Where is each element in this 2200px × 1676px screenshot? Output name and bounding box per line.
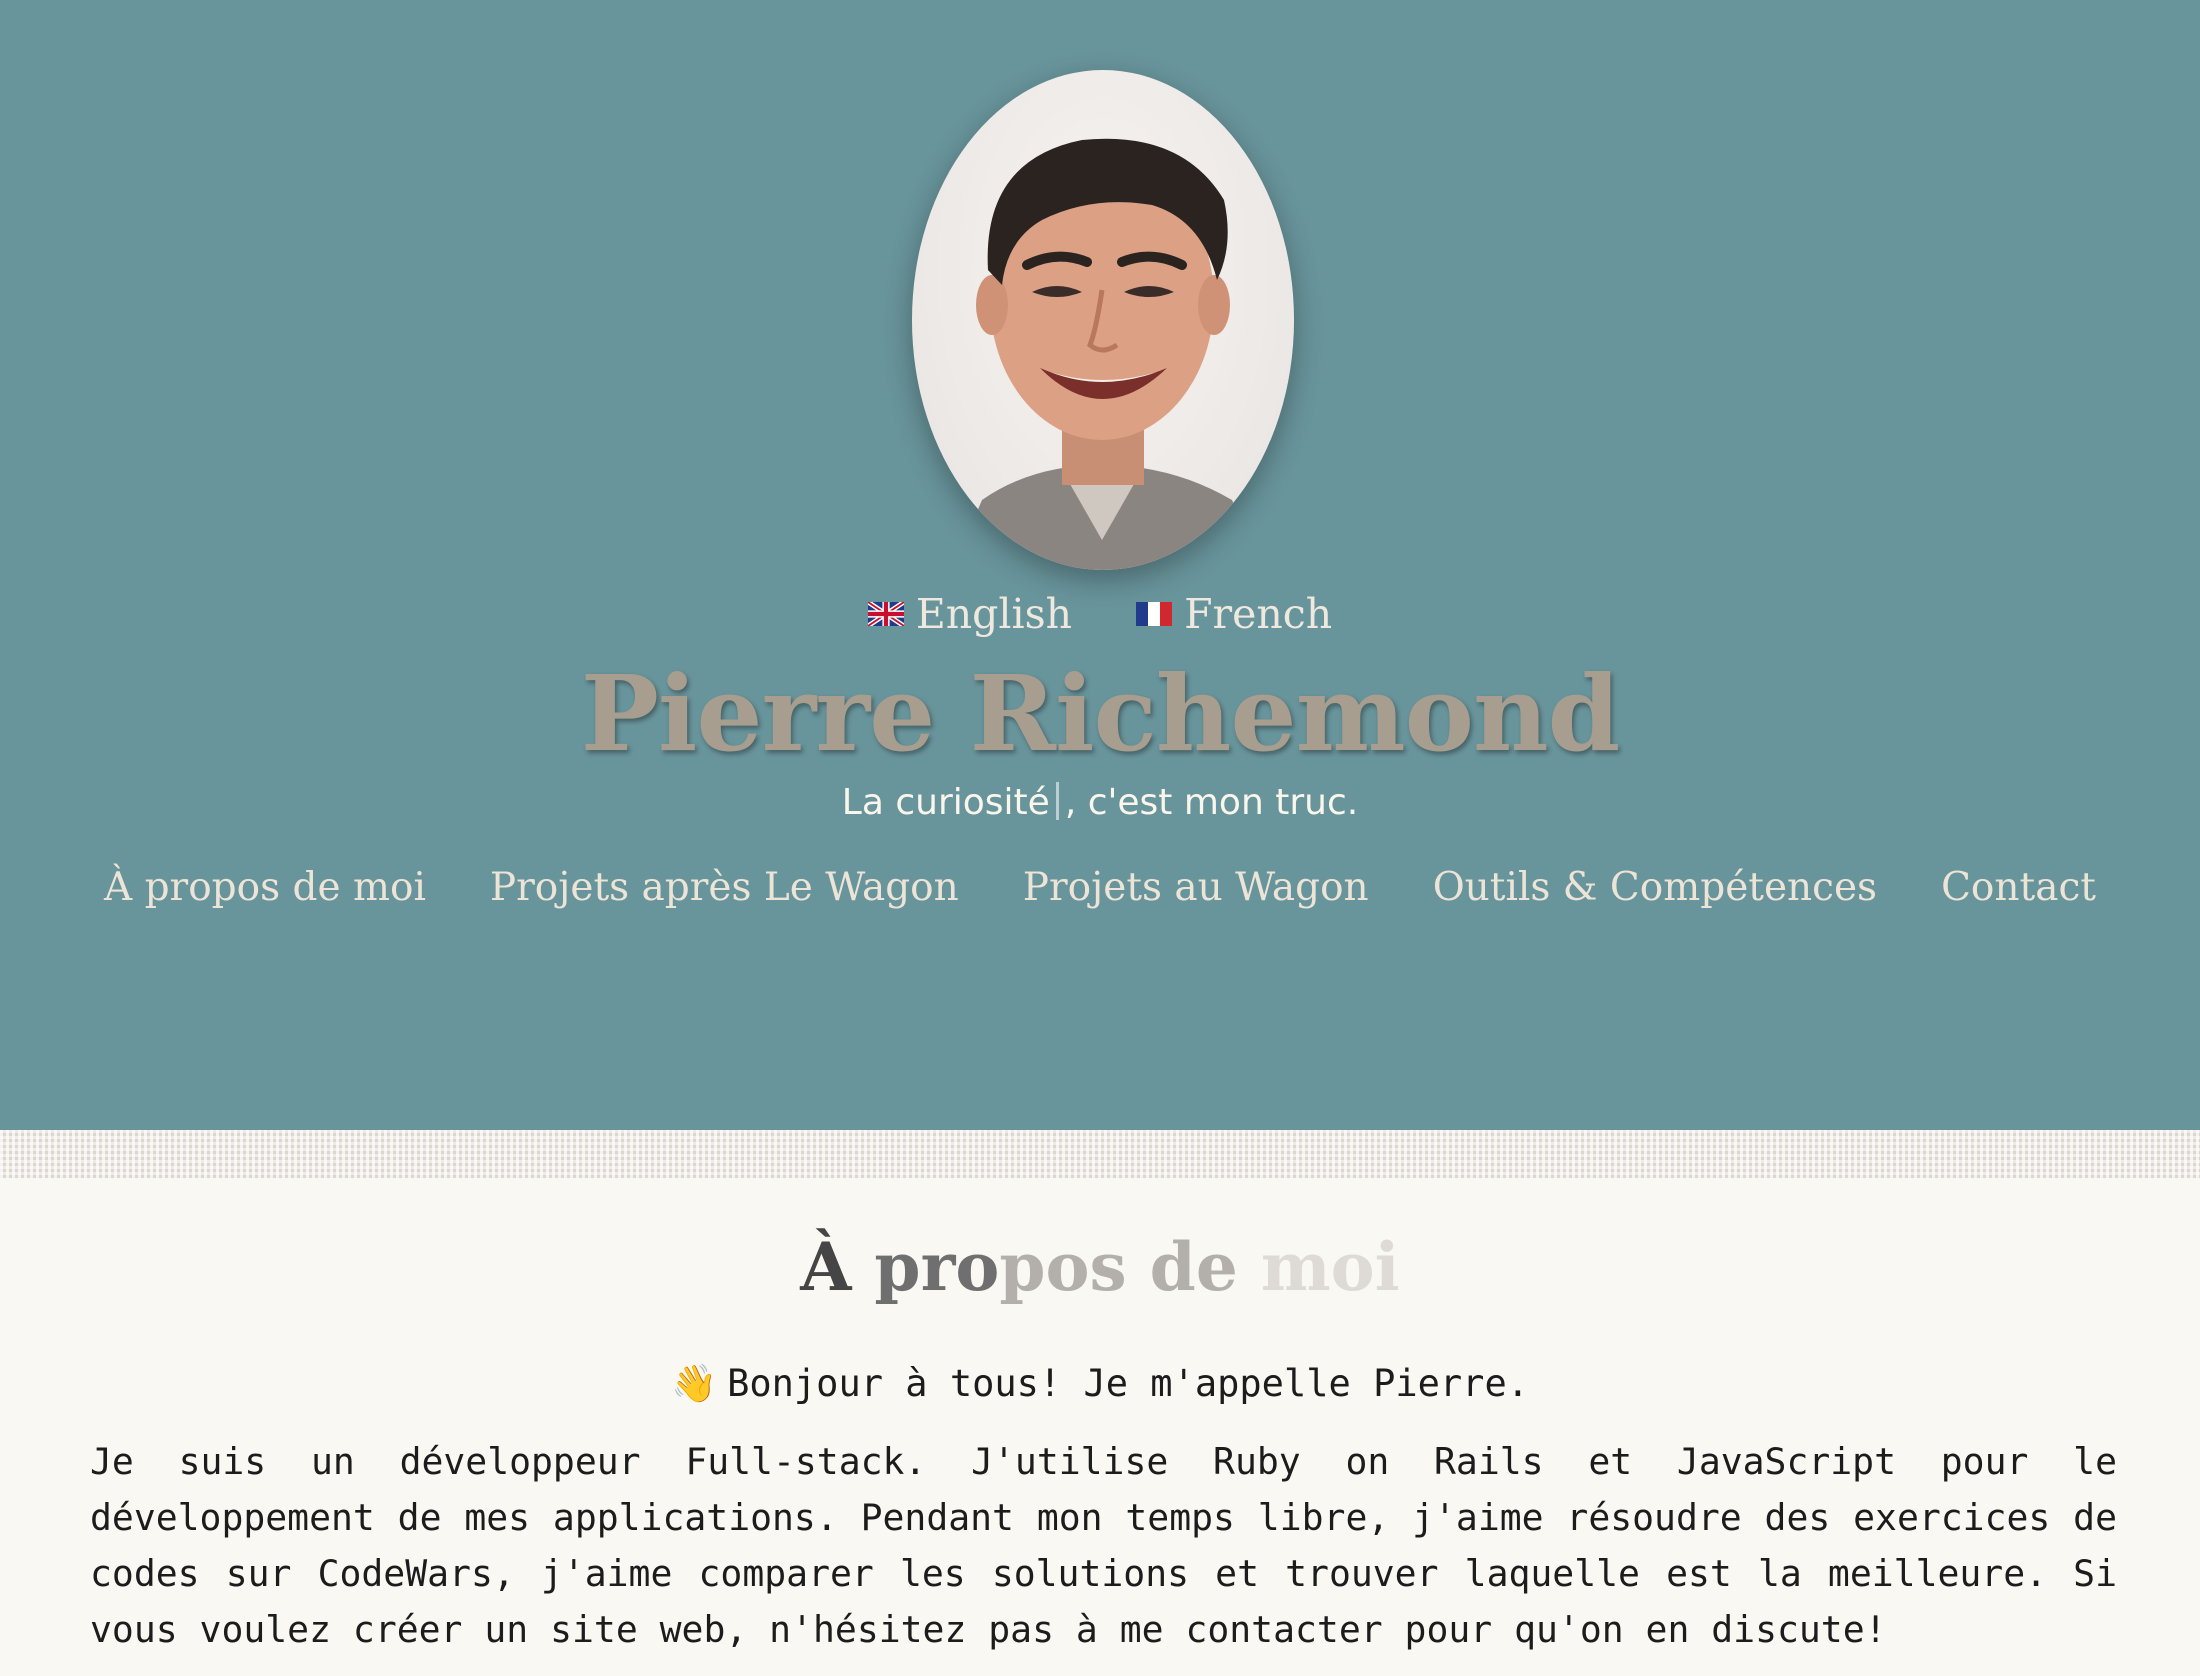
profile-photo xyxy=(912,70,1294,570)
waving-hand-icon: 👋 xyxy=(670,1362,718,1405)
about-title-part: À xyxy=(800,1228,875,1306)
greeting-text: Bonjour à tous! Je m'appelle Pierre. xyxy=(727,1362,1529,1405)
nav-item-projects-after-wagon[interactable]: Projets après Le Wagon xyxy=(490,865,959,910)
language-english-label: English xyxy=(915,590,1073,638)
france-flag-icon xyxy=(1136,602,1173,626)
language-french-label: French xyxy=(1184,590,1333,638)
site-owner-name: Pierre Richemond xyxy=(580,652,1621,775)
bio-paragraph: Je suis un développeur Full-stack. J'uti… xyxy=(90,1440,2117,1651)
language-switcher: English French xyxy=(0,590,2200,638)
about-title-part: moi xyxy=(1260,1228,1400,1306)
language-english-link[interactable]: English xyxy=(867,590,1073,638)
nav-item-tools-skills[interactable]: Outils & Compétences xyxy=(1433,865,1877,910)
nav-item-contact[interactable]: Contact xyxy=(1941,865,2096,910)
nav-item-about[interactable]: À propos de moi xyxy=(104,865,426,910)
about-title-part: de xyxy=(1126,1228,1261,1306)
about-title-part: pro xyxy=(874,1228,1000,1306)
main-nav: À propos de moi Projets après Le Wagon P… xyxy=(0,865,2200,910)
tagline: La curiosité , c'est mon truc. xyxy=(0,782,2200,823)
hero-header: English French Pierre Richemond La curio… xyxy=(0,0,2200,1130)
uk-flag-icon xyxy=(867,602,904,626)
nav-item-projects-at-wagon[interactable]: Projets au Wagon xyxy=(1023,865,1369,910)
tagline-typed-word: La curiosité xyxy=(841,782,1050,823)
greeting: 👋 Bonjour à tous! Je m'appelle Pierre. xyxy=(0,1362,2200,1406)
about-title-part: pos xyxy=(999,1228,1127,1306)
language-french-link[interactable]: French xyxy=(1136,590,1332,638)
section-divider xyxy=(0,1130,2200,1178)
typing-cursor xyxy=(1055,782,1059,820)
about-title: À propos de moi xyxy=(0,1228,2200,1306)
tagline-rest: , c'est mon truc. xyxy=(1064,782,1359,823)
